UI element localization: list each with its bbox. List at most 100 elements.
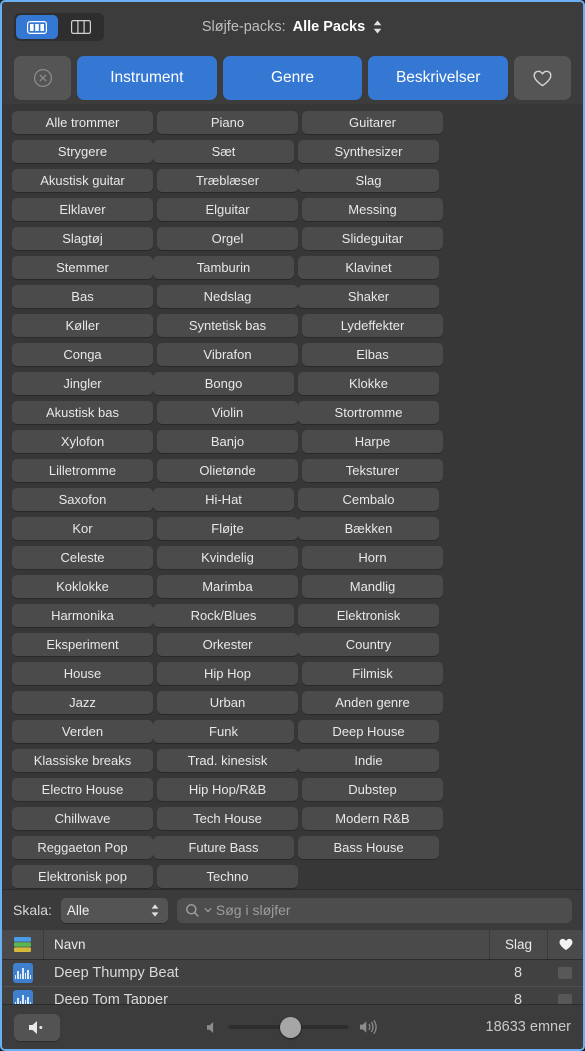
row-favorite-checkbox[interactable]: [547, 967, 583, 980]
column-header-favorite[interactable]: [547, 930, 583, 960]
keyword-button[interactable]: Electro House: [12, 778, 153, 801]
keyword-button[interactable]: Elektronisk pop: [12, 865, 153, 888]
keyword-button[interactable]: Modern R&B: [302, 807, 443, 830]
table-row[interactable]: Deep Tom Tapper 8: [2, 987, 583, 1004]
keyword-button[interactable]: Kvindelig: [157, 546, 298, 569]
keyword-button[interactable]: Tamburin: [153, 256, 294, 279]
mute-button[interactable]: [14, 1013, 60, 1041]
keyword-button[interactable]: Funk: [153, 720, 294, 743]
column-header-name[interactable]: Navn: [44, 937, 489, 952]
volume-slider-knob[interactable]: [279, 1016, 301, 1038]
keyword-button[interactable]: Jazz: [12, 691, 153, 714]
view-mode-toggle[interactable]: [14, 13, 104, 41]
keyword-button[interactable]: Deep House: [298, 720, 439, 743]
tab-genre[interactable]: Genre: [222, 56, 363, 100]
keyword-button[interactable]: Elguitar: [157, 198, 298, 221]
keyword-button[interactable]: Kor: [12, 517, 153, 540]
results-list[interactable]: Deep Thumpy Beat 8 Deep Tom Tapper 8: [2, 960, 583, 1004]
keyword-button[interactable]: Lydeffekter: [302, 314, 443, 337]
keyword-button[interactable]: Country: [298, 633, 439, 656]
keyword-button[interactable]: Køller: [12, 314, 153, 337]
keyword-button[interactable]: Stortromme: [298, 401, 439, 424]
keyword-button[interactable]: Sæt: [153, 140, 294, 163]
keyword-button[interactable]: Urban: [157, 691, 298, 714]
keyword-button[interactable]: Hip Hop: [157, 662, 298, 685]
keyword-button[interactable]: Orgel: [157, 227, 298, 250]
favorite-checkbox[interactable]: [558, 994, 572, 1004]
favorites-filter-button[interactable]: [514, 56, 572, 100]
loop-packs-value[interactable]: Alle Packs: [293, 19, 366, 35]
keyword-button[interactable]: Synthesizer: [298, 140, 439, 163]
keyword-button[interactable]: Strygere: [12, 140, 153, 163]
column-header-type[interactable]: [2, 930, 44, 960]
keyword-button[interactable]: Hip Hop/R&B: [157, 778, 298, 801]
keyword-button[interactable]: Træblæser: [157, 169, 298, 192]
keyword-button[interactable]: Orkester: [157, 633, 298, 656]
keyword-button[interactable]: Rock/Blues: [153, 604, 294, 627]
chevron-down-icon[interactable]: [204, 907, 212, 913]
keyword-button[interactable]: Elektronisk: [298, 604, 439, 627]
column-view-toggle[interactable]: [60, 15, 102, 39]
scale-select[interactable]: Alle: [60, 897, 168, 923]
keyword-button[interactable]: Slideguitar: [302, 227, 443, 250]
row-favorite-checkbox[interactable]: [547, 994, 583, 1004]
keyword-button[interactable]: Future Bass: [153, 836, 294, 859]
keyword-button[interactable]: Eksperiment: [12, 633, 153, 656]
keyword-button[interactable]: Nedslag: [157, 285, 298, 308]
keyword-button[interactable]: Saxofon: [12, 488, 153, 511]
keyword-button[interactable]: Reggaeton Pop: [12, 836, 153, 859]
keyword-button[interactable]: Techno: [157, 865, 298, 888]
keyword-button[interactable]: Alle trommer: [12, 111, 153, 134]
keyword-button[interactable]: Trad. kinesisk: [157, 749, 298, 772]
keyword-button[interactable]: Jingler: [12, 372, 153, 395]
keyword-button[interactable]: Olietønde: [157, 459, 298, 482]
keyword-button[interactable]: Hi-Hat: [153, 488, 294, 511]
keyword-button[interactable]: Bækken: [298, 517, 439, 540]
keyword-button[interactable]: Horn: [302, 546, 443, 569]
tab-instrument[interactable]: Instrument: [77, 56, 217, 100]
keyword-button[interactable]: Celeste: [12, 546, 153, 569]
keyword-button[interactable]: Harpe: [302, 430, 443, 453]
keyword-button[interactable]: Filmisk: [302, 662, 443, 685]
reset-filters-button[interactable]: [14, 56, 71, 100]
keyword-button[interactable]: Conga: [12, 343, 153, 366]
keyword-button[interactable]: Slagtøj: [12, 227, 153, 250]
search-input[interactable]: Søg i sløjfer: [176, 897, 572, 923]
keyword-button[interactable]: Elbas: [302, 343, 443, 366]
keyword-button[interactable]: Syntetisk bas: [157, 314, 298, 337]
keyword-button[interactable]: Verden: [12, 720, 153, 743]
chevron-updown-icon[interactable]: [372, 19, 383, 35]
keyword-button[interactable]: Vibrafon: [157, 343, 298, 366]
keyword-button[interactable]: Piano: [157, 111, 298, 134]
keyword-button[interactable]: Cembalo: [298, 488, 439, 511]
keyword-button[interactable]: Tech House: [157, 807, 298, 830]
keyword-button[interactable]: Marimba: [157, 575, 298, 598]
keyword-button[interactable]: Bass House: [298, 836, 439, 859]
keyword-button[interactable]: Chillwave: [12, 807, 153, 830]
keyword-button[interactable]: Violin: [157, 401, 298, 424]
keyword-button[interactable]: Stemmer: [12, 256, 153, 279]
keyword-button[interactable]: Akustisk guitar: [12, 169, 153, 192]
keyword-button[interactable]: Anden genre: [302, 691, 443, 714]
button-view-toggle[interactable]: [16, 15, 58, 39]
keyword-button[interactable]: Guitarer: [302, 111, 443, 134]
keyword-button[interactable]: Klokke: [298, 372, 439, 395]
table-row[interactable]: Deep Thumpy Beat 8: [2, 960, 583, 988]
keyword-button[interactable]: Fløjte: [157, 517, 298, 540]
keyword-button[interactable]: Teksturer: [302, 459, 443, 482]
column-header-beats[interactable]: Slag: [489, 930, 547, 960]
keyword-button[interactable]: Elklaver: [12, 198, 153, 221]
keyword-button[interactable]: Mandlig: [302, 575, 443, 598]
volume-slider[interactable]: [228, 1016, 348, 1038]
keyword-button[interactable]: Xylofon: [12, 430, 153, 453]
keyword-button[interactable]: Klassiske breaks: [12, 749, 153, 772]
tab-descriptors[interactable]: Beskrivelser: [368, 56, 509, 100]
chevron-updown-icon[interactable]: [150, 903, 160, 918]
keyword-button[interactable]: Messing: [302, 198, 443, 221]
keyword-button[interactable]: Lilletromme: [12, 459, 153, 482]
keyword-button[interactable]: Slag: [298, 169, 439, 192]
keyword-button[interactable]: Banjo: [157, 430, 298, 453]
keyword-button[interactable]: Indie: [298, 749, 439, 772]
keyword-button[interactable]: Bas: [12, 285, 153, 308]
keyword-button[interactable]: Koklokke: [12, 575, 153, 598]
